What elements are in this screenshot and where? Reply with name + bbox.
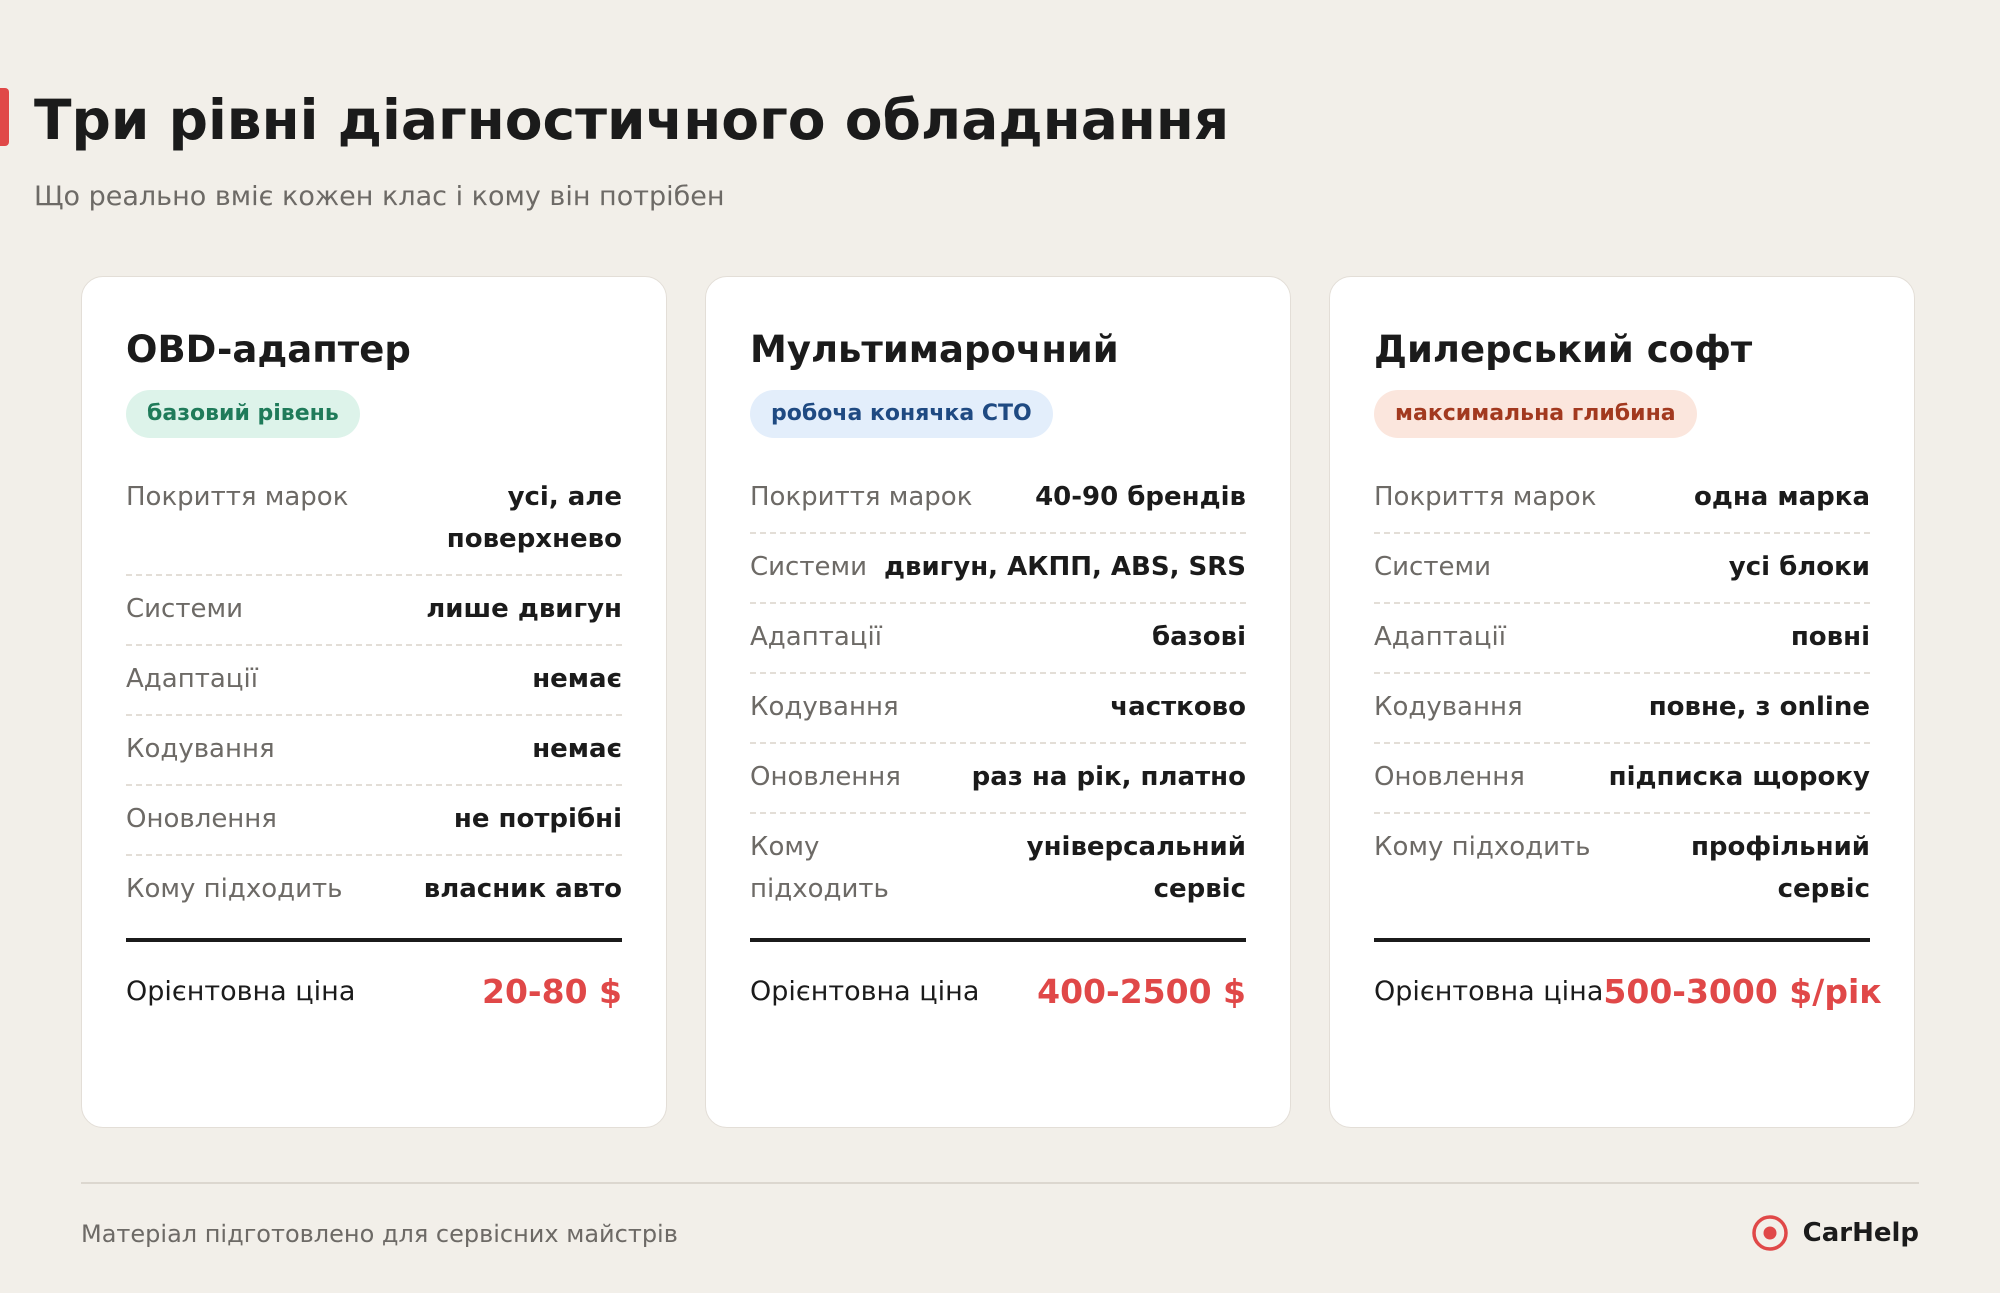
price-divider bbox=[1374, 938, 1870, 942]
spec-value: немає bbox=[532, 734, 622, 764]
spec-label: Оновлення bbox=[1374, 762, 1525, 792]
spec-label: Адаптації bbox=[750, 622, 882, 652]
spec-row-updates: Оновлення раз на рік, платно bbox=[750, 744, 1246, 814]
spec-row-brands: Покриття марок усі, але поверхнево bbox=[126, 464, 622, 576]
spec-row-coding: Кодування повне, з online bbox=[1374, 674, 1870, 744]
spec-row-adaptations: Адаптації базові bbox=[750, 604, 1246, 674]
spec-label: Кому підходить bbox=[126, 874, 343, 904]
spec-value: двигун, АКПП, ABS, SRS bbox=[884, 552, 1246, 582]
spec-label: Покриття марок bbox=[126, 482, 349, 512]
price-divider bbox=[126, 938, 622, 942]
spec-label: Покриття марок bbox=[1374, 482, 1597, 512]
page-subtitle: Що реально вміє кожен клас і кому він по… bbox=[34, 181, 725, 212]
spec-row-systems: Системи усі блоки bbox=[1374, 534, 1870, 604]
spec-value: підписка щороку bbox=[1608, 762, 1870, 792]
spec-value: повне, з online bbox=[1648, 692, 1870, 722]
footer-note: Матеріал підготовлено для сервісних майс… bbox=[81, 1220, 678, 1248]
spec-value: частково bbox=[1110, 692, 1246, 722]
price-label: Орієнтовна ціна bbox=[750, 976, 980, 1007]
spec-value: профільний сервіс bbox=[1690, 832, 1870, 904]
brand-name: CarHelp bbox=[1802, 1218, 1919, 1248]
spec-label: Адаптації bbox=[126, 664, 258, 694]
spec-label: Покриття марок bbox=[750, 482, 973, 512]
spec-row-audience: Кому підходить універсальний сервіс bbox=[750, 814, 1246, 924]
target-icon bbox=[1751, 1215, 1788, 1251]
price-value: 20-80 $ bbox=[482, 972, 622, 1011]
spec-row-coding: Кодування немає bbox=[126, 716, 622, 786]
spec-row-coding: Кодування частково bbox=[750, 674, 1246, 744]
spec-row-updates: Оновлення підписка щороку bbox=[1374, 744, 1870, 814]
spec-row-adaptations: Адаптації немає bbox=[126, 646, 622, 716]
price-row: Орієнтовна ціна 500-3000 $/рік bbox=[1374, 970, 1882, 1014]
tier-card-dealer: Дилерський софт максимальна глибина Покр… bbox=[1329, 276, 1915, 1128]
spec-label: Системи bbox=[750, 552, 867, 582]
spec-value: лише двигун bbox=[426, 594, 622, 624]
tier-badge: базовий рівень bbox=[126, 390, 360, 438]
tier-card-multibrand: Мультимарочний робоча конячка СТО Покрит… bbox=[705, 276, 1291, 1128]
spec-list: Покриття марок усі, але поверхнево Систе… bbox=[126, 464, 622, 924]
spec-label: Кодування bbox=[126, 734, 275, 764]
card-title: OBD-адаптер bbox=[126, 328, 411, 371]
price-row: Орієнтовна ціна 20-80 $ bbox=[126, 970, 622, 1014]
spec-list: Покриття марок 40-90 брендів Системи дви… bbox=[750, 464, 1246, 924]
spec-value: раз на рік, платно bbox=[971, 762, 1246, 792]
footer-divider bbox=[81, 1182, 1919, 1184]
price-divider bbox=[750, 938, 1246, 942]
tier-card-obd: OBD-адаптер базовий рівень Покриття маро… bbox=[81, 276, 667, 1128]
price-value: 500-3000 $/рік bbox=[1603, 972, 1882, 1011]
spec-value: власник авто bbox=[423, 874, 622, 904]
spec-label: Оновлення bbox=[126, 804, 277, 834]
spec-label: Адаптації bbox=[1374, 622, 1506, 652]
tier-badge: максимальна глибина bbox=[1374, 390, 1697, 438]
spec-label: Кому підходить bbox=[1374, 832, 1591, 862]
spec-label: Оновлення bbox=[750, 762, 901, 792]
spec-list: Покриття марок одна марка Системи усі бл… bbox=[1374, 464, 1870, 924]
spec-row-updates: Оновлення не потрібні bbox=[126, 786, 622, 856]
spec-label: Системи bbox=[126, 594, 243, 624]
spec-row-brands: Покриття марок 40-90 брендів bbox=[750, 464, 1246, 534]
spec-value: усі, але поверхнево bbox=[446, 482, 622, 554]
price-row: Орієнтовна ціна 400-2500 $ bbox=[750, 970, 1246, 1014]
card-title: Мультимарочний bbox=[750, 328, 1119, 371]
spec-value: базові bbox=[1151, 622, 1246, 652]
spec-value: універсальний сервіс bbox=[1026, 832, 1246, 904]
card-title: Дилерський софт bbox=[1374, 328, 1753, 371]
spec-row-audience: Кому підходить власник авто bbox=[126, 856, 622, 924]
spec-row-brands: Покриття марок одна марка bbox=[1374, 464, 1870, 534]
spec-row-audience: Кому підходить профільний сервіс bbox=[1374, 814, 1870, 924]
spec-value: повні bbox=[1790, 622, 1870, 652]
price-value: 400-2500 $ bbox=[1037, 972, 1246, 1011]
title-accent-bar bbox=[0, 88, 9, 146]
spec-value: одна марка bbox=[1693, 482, 1870, 512]
spec-value: 40-90 брендів bbox=[1035, 482, 1246, 512]
price-label: Орієнтовна ціна bbox=[1374, 976, 1604, 1007]
spec-value: немає bbox=[532, 664, 622, 694]
spec-label: Кодування bbox=[1374, 692, 1523, 722]
tier-badge: робоча конячка СТО bbox=[750, 390, 1053, 438]
spec-label: Кодування bbox=[750, 692, 899, 722]
spec-row-adaptations: Адаптації повні bbox=[1374, 604, 1870, 674]
spec-value: усі блоки bbox=[1728, 552, 1870, 582]
spec-row-systems: Системи двигун, АКПП, ABS, SRS bbox=[750, 534, 1246, 604]
spec-value: не потрібні bbox=[453, 804, 622, 834]
spec-row-systems: Системи лише двигун bbox=[126, 576, 622, 646]
brand-logo: CarHelp bbox=[1751, 1213, 1919, 1253]
page-title: Три рівні діагностичного обладнання bbox=[34, 88, 1230, 152]
price-label: Орієнтовна ціна bbox=[126, 976, 356, 1007]
spec-label: Системи bbox=[1374, 552, 1491, 582]
tier-cards: OBD-адаптер базовий рівень Покриття маро… bbox=[81, 276, 1915, 1128]
spec-label: Кому підходить bbox=[750, 832, 889, 904]
